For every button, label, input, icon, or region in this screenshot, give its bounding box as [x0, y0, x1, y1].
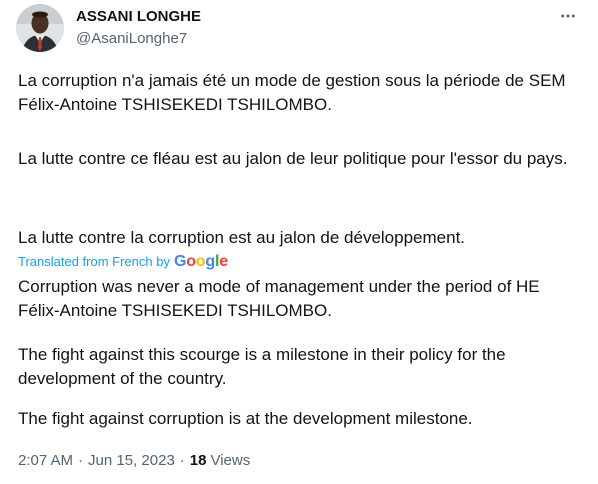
avatar[interactable]	[16, 4, 64, 52]
original-text: La lutte contre ce fléau est au jalon de…	[18, 147, 578, 171]
translated-text: Corruption was never a mode of managemen…	[18, 275, 578, 323]
original-text: La corruption n'a jamais été un mode de …	[18, 69, 578, 117]
more-options-button[interactable]	[558, 6, 578, 26]
google-logo: Google	[173, 253, 228, 270]
tweet: ASSANI LONGHE @AsaniLonghe7 La corruptio…	[0, 0, 598, 484]
tweet-date[interactable]: Jun 15, 2023	[88, 451, 175, 471]
author-block: ASSANI LONGHE @AsaniLonghe7	[76, 7, 201, 49]
profile-photo	[16, 4, 64, 52]
author-display-name[interactable]: ASSANI LONGHE	[76, 7, 201, 27]
tweet-meta: 2:07 AM · Jun 15, 2023 · 18 Views	[18, 451, 250, 471]
original-paragraph: La lutte contre la corruption est au jal…	[18, 228, 466, 247]
more-horizontal-icon	[561, 14, 575, 18]
translation-attribution[interactable]: Translated from French by Google	[18, 253, 228, 271]
original-text: La lutte contre la corruption est au jal…	[18, 226, 578, 250]
translated-paragraph: The fight against corruption is at the d…	[18, 409, 473, 428]
views-count[interactable]: 18	[190, 451, 207, 471]
meta-separator: ·	[179, 452, 185, 469]
meta-separator: ·	[78, 452, 84, 469]
author-handle[interactable]: @AsaniLonghe7	[76, 29, 201, 49]
translated-text: The fight against corruption is at the d…	[18, 407, 578, 431]
original-paragraph: La lutte contre ce fléau est au jalon de…	[18, 149, 568, 168]
views-label: Views	[210, 452, 251, 469]
original-paragraph: La corruption n'a jamais été un mode de …	[18, 71, 566, 114]
translation-label: Translated from French by	[18, 254, 170, 269]
translated-text: The fight against this scourge is a mile…	[18, 343, 578, 391]
tweet-time[interactable]: 2:07 AM	[18, 451, 73, 471]
translated-paragraph: Corruption was never a mode of managemen…	[18, 277, 540, 320]
translated-paragraph: The fight against this scourge is a mile…	[18, 345, 506, 388]
